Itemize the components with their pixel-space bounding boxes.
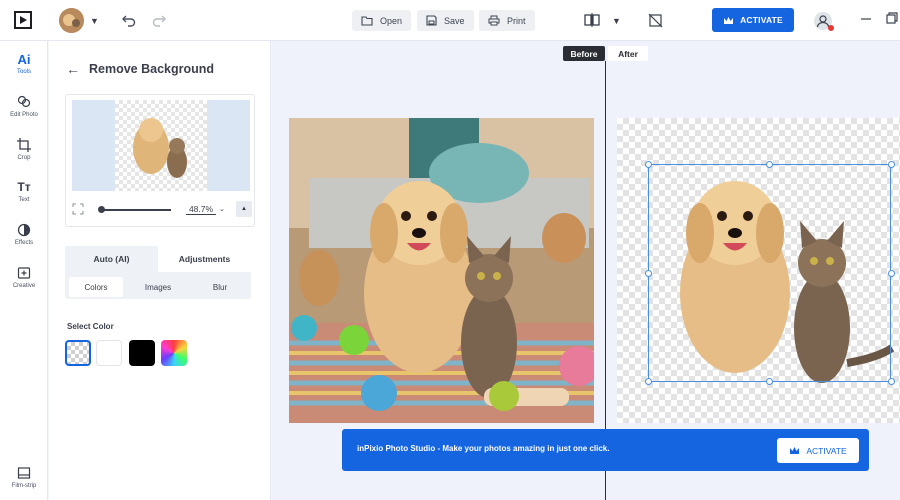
rail-item-effects[interactable]: Effects [0,223,48,246]
folder-icon [361,15,373,26]
text-icon: Tт [17,180,31,194]
rail-item-text[interactable]: Tт Text [0,180,48,203]
save-label: Save [444,15,465,26]
back-arrow-icon[interactable]: ← [66,61,80,77]
rail-item-tools[interactable]: Ai Tools [0,52,48,75]
rail-label: Film-strip [11,483,37,489]
compare-view-icon[interactable] [584,13,600,27]
subtab-colors[interactable]: Colors [69,277,123,297]
chevron-down-icon[interactable]: ▼ [90,16,99,26]
subtab-images[interactable]: Images [131,277,185,297]
rail-item-film-strip[interactable]: Film-strip [0,466,48,489]
save-icon [426,15,437,26]
select-color-label: Select Color [67,322,114,331]
open-button[interactable]: Open [352,10,412,31]
crown-icon [790,447,800,454]
after-label: After [608,46,648,61]
tab-auto-ai[interactable]: Auto (AI) [65,246,158,272]
preview-image[interactable] [115,100,207,191]
left-rail: Ai Tools Edit Photo Crop Tт Text Effects… [0,41,48,500]
open-label: Open [380,15,403,26]
chevron-down-icon[interactable]: ▼ [612,16,621,26]
zoom-control: 48.7% ⌄ ▲ [72,201,252,219]
zoom-slider-track[interactable] [101,209,171,211]
rail-item-crop[interactable]: Crop [0,138,48,161]
rail-label: Creative [12,283,36,289]
mode-tabs: Auto (AI) Adjustments Colors Images Blur [65,246,251,299]
minimize-icon[interactable] [860,13,872,25]
fit-screen-icon[interactable] [72,203,84,215]
zoom-slider-handle[interactable] [98,206,105,213]
resize-handle[interactable] [766,378,773,385]
rail-label: Effects [14,240,34,246]
top-toolbar: ▼ Open Save Print ▼ ACTIVATE [0,0,900,41]
panel-title: Remove Background [89,62,215,76]
printer-icon [488,15,500,26]
resize-handle[interactable] [888,378,895,385]
restore-icon[interactable] [886,12,898,24]
rail-label: Edit Photo [10,112,38,118]
app-logo-icon[interactable] [14,11,32,29]
resize-handle[interactable] [645,378,652,385]
swatch-custom-color[interactable] [161,340,187,366]
hide-overlay-icon[interactable] [648,13,663,28]
resize-handle[interactable] [645,270,652,277]
resize-handle[interactable] [645,161,652,168]
swatch-black[interactable] [129,340,155,366]
resize-handle[interactable] [888,161,895,168]
promo-banner: inPixio Photo Studio - Make your photos … [342,429,869,471]
selection-box[interactable] [648,164,891,382]
print-label: Print [507,15,526,26]
resize-handle[interactable] [888,270,895,277]
ai-icon: Ai [17,52,31,67]
swatch-transparent[interactable] [65,340,91,366]
promo-text: inPixio Photo Studio - Make your photos … [357,444,610,453]
effects-icon [17,223,31,237]
project-thumbnail[interactable] [59,8,84,33]
rail-label: Text [18,197,30,203]
rail-item-edit-photo[interactable]: Edit Photo [0,95,48,118]
print-button[interactable]: Print [479,10,535,31]
activate-button[interactable]: ACTIVATE [712,8,794,32]
crop-icon [17,138,31,152]
undo-icon[interactable] [122,13,136,27]
save-button[interactable]: Save [417,10,474,31]
film-strip-icon [17,467,31,479]
preview-card: 48.7% ⌄ ▲ [65,94,255,227]
collapse-button[interactable]: ▲ [236,201,252,217]
rail-label: Crop [17,155,31,161]
resize-handle[interactable] [766,161,773,168]
rail-label: Tools [16,69,31,75]
canvas-area: Before After inPixio Photo Studio - Make… [272,41,900,500]
activate-label: ACTIVATE [740,15,783,25]
redo-icon[interactable] [152,13,166,27]
chevron-down-icon[interactable]: ⌄ [219,205,225,213]
rail-item-creative[interactable]: Creative [0,266,48,289]
remove-background-panel: ← Remove Background 48.7% ⌄ ▲ Auto (AI) … [49,41,271,500]
zoom-value[interactable]: 48.7% [186,204,216,215]
before-photo[interactable] [289,118,594,423]
notification-dot [828,25,834,31]
creative-icon [17,267,31,279]
preview-background [72,100,250,191]
chevron-up-icon: ▲ [241,206,247,212]
crown-icon [724,16,734,24]
promo-activate-label: ACTIVATE [806,445,847,456]
tab-adjustments[interactable]: Adjustments [158,246,251,272]
edit-photo-icon [17,95,31,108]
subtab-blur[interactable]: Blur [193,277,247,297]
promo-activate-button[interactable]: ACTIVATE [777,438,859,463]
before-label: Before [563,46,605,61]
swatch-white[interactable] [96,340,122,366]
